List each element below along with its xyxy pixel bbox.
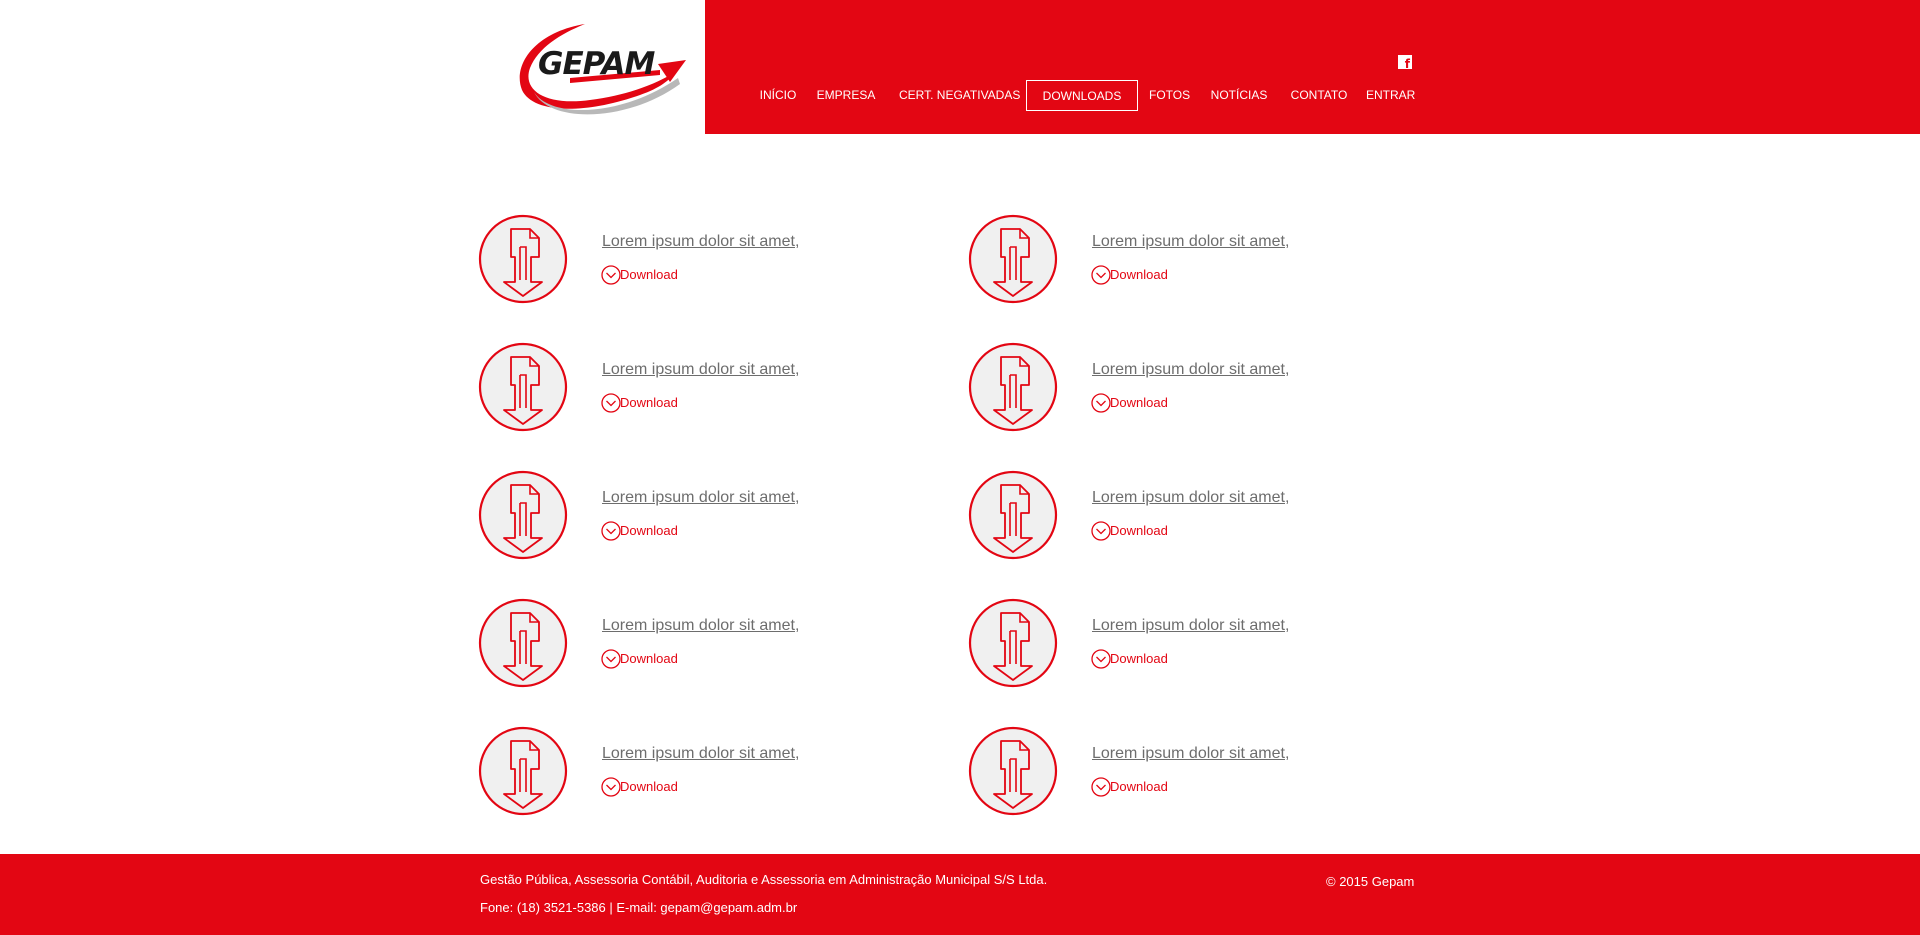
file-download-icon[interactable] [968, 342, 1058, 432]
download-title-link[interactable]: Lorem ipsum dolor sit amet, [1092, 489, 1289, 507]
download-label: Download [620, 779, 678, 794]
file-download-icon[interactable] [968, 598, 1058, 688]
file-download-icon[interactable] [478, 214, 568, 304]
chevron-down-icon [1091, 521, 1111, 541]
nav-item-empresa[interactable]: EMPRESA [815, 80, 877, 111]
nav-item-contato[interactable]: CONTATO [1290, 80, 1348, 111]
download-title-link[interactable]: Lorem ipsum dolor sit amet, [1092, 361, 1289, 379]
download-label: Download [1110, 395, 1168, 410]
chevron-down-icon [601, 777, 621, 797]
download-label: Download [1110, 651, 1168, 666]
facebook-icon[interactable]: f [1398, 55, 1412, 70]
download-title-link[interactable]: Lorem ipsum dolor sit amet, [602, 361, 799, 379]
download-label: Download [620, 523, 678, 538]
download-title-link[interactable]: Lorem ipsum dolor sit amet, [1092, 745, 1289, 763]
download-title-link[interactable]: Lorem ipsum dolor sit amet, [1092, 233, 1289, 251]
chevron-down-icon [601, 393, 621, 413]
file-download-icon[interactable] [968, 214, 1058, 304]
download-title-link[interactable]: Lorem ipsum dolor sit amet, [602, 617, 799, 635]
file-download-icon[interactable] [478, 342, 568, 432]
nav-item-noticias[interactable]: NOTÍCIAS [1210, 80, 1268, 111]
site-footer: Gestão Pública, Assessoria Contábil, Aud… [0, 854, 1920, 935]
download-label: Download [1110, 523, 1168, 538]
chevron-down-icon [1091, 265, 1111, 285]
footer-company: Gestão Pública, Assessoria Contábil, Aud… [480, 872, 1048, 887]
nav-item-downloads[interactable]: DOWNLOADS [1026, 80, 1138, 111]
download-label: Download [620, 651, 678, 666]
file-download-icon[interactable] [968, 470, 1058, 560]
nav-item-entrar[interactable]: ENTRAR [1366, 80, 1415, 111]
footer-contact: Fone: (18) 3521-5386 | E-mail: gepam@gep… [480, 900, 798, 915]
download-label: Download [620, 267, 678, 282]
file-download-icon[interactable] [478, 470, 568, 560]
chevron-down-icon [1091, 649, 1111, 669]
file-download-icon[interactable] [968, 726, 1058, 816]
download-label: Download [1110, 267, 1168, 282]
nav-item-cert-negativadas[interactable]: CERT. NEGATIVADAS [899, 80, 1020, 111]
chevron-down-icon [601, 521, 621, 541]
download-title-link[interactable]: Lorem ipsum dolor sit amet, [1092, 617, 1289, 635]
download-title-link[interactable]: Lorem ipsum dolor sit amet, [602, 745, 799, 763]
chevron-down-icon [601, 649, 621, 669]
nav-item-inicio[interactable]: INÍCIO [754, 80, 802, 111]
download-title-link[interactable]: Lorem ipsum dolor sit amet, [602, 233, 799, 251]
main-nav: INÍCIO EMPRESA CERT. NEGATIVADAS DOWNLOA… [0, 80, 1920, 112]
download-title-link[interactable]: Lorem ipsum dolor sit amet, [602, 489, 799, 507]
file-download-icon[interactable] [478, 726, 568, 816]
site-header: GEPAM f INÍCIO EMPRESA CERT. NEGATIVADAS… [0, 0, 1920, 134]
chevron-down-icon [1091, 393, 1111, 413]
file-download-icon[interactable] [478, 598, 568, 688]
chevron-down-icon [601, 265, 621, 285]
download-label: Download [1110, 779, 1168, 794]
download-label: Download [620, 395, 678, 410]
nav-item-fotos[interactable]: FOTOS [1149, 80, 1190, 111]
chevron-down-icon [1091, 777, 1111, 797]
header-band [705, 0, 1920, 134]
logo-text: GEPAM [538, 46, 655, 82]
footer-copyright: © 2015 Gepam [1326, 874, 1415, 889]
